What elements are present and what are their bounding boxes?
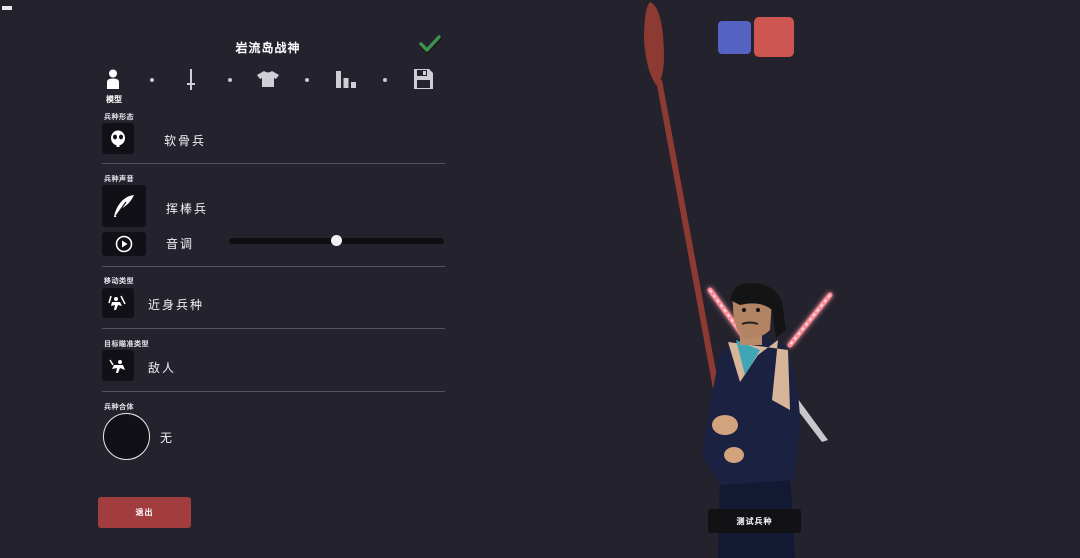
divider xyxy=(102,266,445,267)
unit-voice-label: 兵种声音 xyxy=(104,175,134,183)
bar-chart-icon xyxy=(336,71,356,88)
divider xyxy=(102,328,445,329)
sword-icon xyxy=(187,69,195,90)
person-icon xyxy=(107,69,119,89)
targeting-type-value: 敌人 xyxy=(148,361,177,375)
window-menu-icon[interactable] xyxy=(2,6,12,10)
play-voice-button[interactable] xyxy=(102,232,146,256)
tab-separator xyxy=(150,78,154,82)
unit-voice-button[interactable] xyxy=(102,185,146,227)
unit-voice-value: 挥棒兵 xyxy=(166,202,209,216)
unit-creator-screen: 岩流岛战神 模型 兵种形态 软骨兵 兵种声音 挥棒兵 音调 移动类型 近身兵种 … xyxy=(0,0,1080,558)
movement-type-button[interactable] xyxy=(102,288,134,318)
shirt-icon xyxy=(257,71,279,87)
divider xyxy=(102,163,445,164)
targeting-type-button[interactable] xyxy=(102,350,134,381)
unit-form-button[interactable] xyxy=(102,123,134,154)
tab-separator xyxy=(383,78,387,82)
confirm-check-icon[interactable] xyxy=(418,33,442,55)
oar-blade xyxy=(644,2,664,85)
exit-button[interactable]: 退出 xyxy=(98,497,191,528)
movement-type-value: 近身兵种 xyxy=(148,298,205,312)
play-icon xyxy=(115,235,133,253)
skull-icon xyxy=(111,130,125,147)
feather-icon xyxy=(114,195,134,217)
target-enemy-icon xyxy=(109,359,125,373)
unit-mount-value: 无 xyxy=(160,431,175,445)
targeting-type-label: 目标瞄准类型 xyxy=(104,340,149,348)
movement-type-label: 移动类型 xyxy=(104,277,134,285)
tab-save[interactable] xyxy=(413,68,434,90)
tab-clothing[interactable] xyxy=(256,70,280,88)
melee-icon xyxy=(108,295,126,310)
tab-separator xyxy=(228,78,232,82)
unit-preview xyxy=(644,2,833,558)
character-hand xyxy=(724,447,744,463)
tab-separator xyxy=(305,78,309,82)
pitch-label: 音调 xyxy=(166,237,195,251)
tab-stats[interactable] xyxy=(335,70,357,89)
unit-mount-label: 兵种合体 xyxy=(104,403,134,411)
test-unit-button[interactable]: 测试兵种 xyxy=(708,509,801,533)
unit-name-title[interactable]: 岩流岛战神 xyxy=(228,39,308,56)
unit-form-label: 兵种形态 xyxy=(104,113,134,121)
tab-model[interactable] xyxy=(106,69,120,89)
divider xyxy=(102,391,445,392)
pitch-slider-handle[interactable] xyxy=(331,235,342,246)
unit-mount-button[interactable] xyxy=(103,413,150,460)
save-icon xyxy=(414,69,433,89)
character-hand xyxy=(712,415,738,435)
tab-model-label: 模型 xyxy=(106,95,122,104)
tab-weapons[interactable] xyxy=(185,68,197,92)
unit-form-value: 软骨兵 xyxy=(164,134,207,148)
